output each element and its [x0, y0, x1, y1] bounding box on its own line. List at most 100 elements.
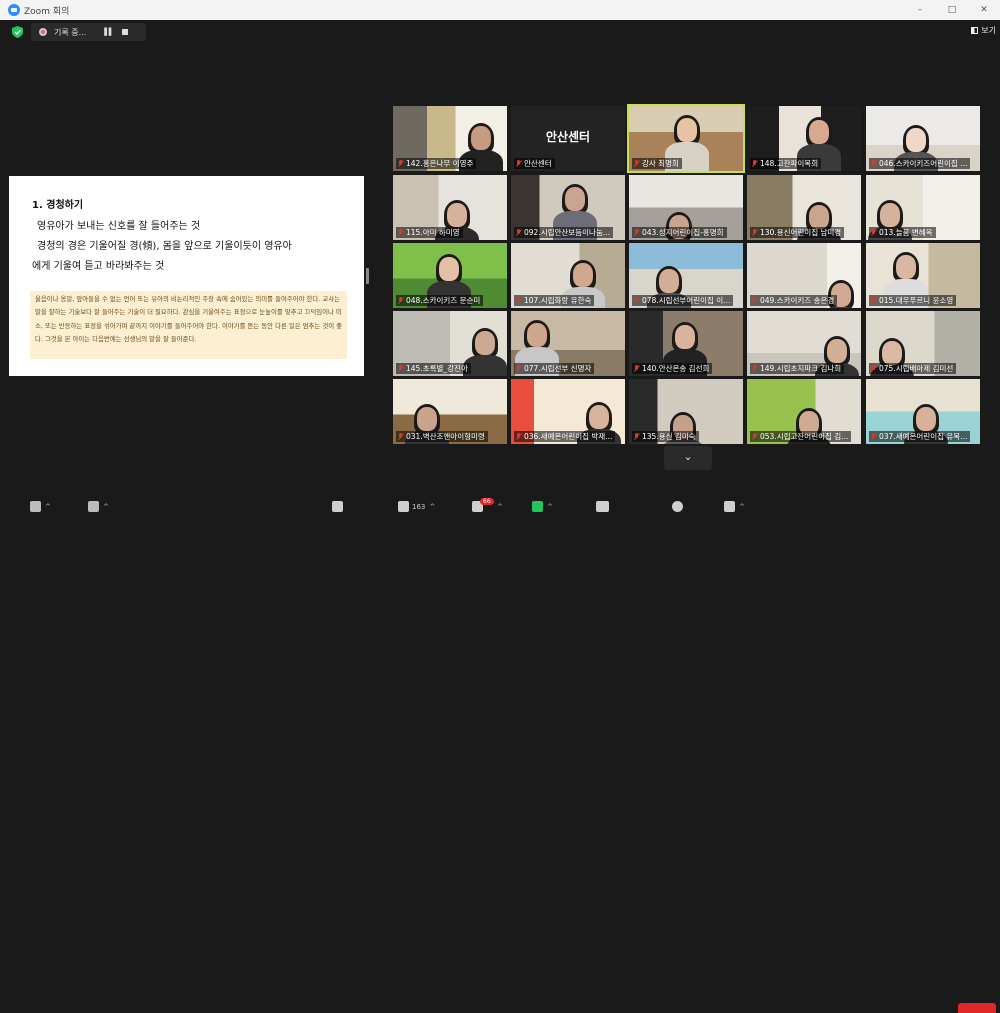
participant-tile[interactable]: 130.용신어린이집 남미경 — [747, 175, 861, 240]
chevron-up-icon[interactable]: ^ — [429, 503, 435, 511]
participant-tile[interactable]: 036.새예온어린이집 박재... — [511, 379, 625, 444]
mic-muted-icon — [752, 159, 757, 168]
mic-muted-icon — [30, 501, 41, 512]
close-button[interactable]: ✕ — [968, 0, 1000, 20]
maximize-button[interactable]: □ — [936, 0, 968, 20]
recording-status: 기록 중... — [54, 27, 87, 37]
record-icon — [596, 501, 609, 512]
participant-name-tag: 107.시립화랑 유한숙 — [514, 295, 595, 306]
participant-name-tag: 043.성지어린이집-홍명희 — [632, 227, 727, 238]
participant-face — [447, 203, 467, 227]
participant-tile[interactable]: 015.대우푸르니 윤소영 — [866, 243, 980, 308]
video-off-icon — [88, 501, 99, 512]
mic-muted-icon — [516, 364, 521, 373]
participant-tile[interactable]: 안산센터 안산센터 — [511, 106, 625, 171]
participant-face — [916, 407, 936, 431]
video-button[interactable]: ^ — [88, 501, 109, 512]
participant-name-tag: 053.시립고잔어린이집 김... — [750, 431, 852, 442]
minimize-button[interactable]: – — [904, 0, 936, 20]
mic-muted-icon — [752, 296, 757, 305]
view-button[interactable]: 보기 — [971, 25, 996, 36]
participant-tile[interactable]: 135.용신 김미숙 — [629, 379, 743, 444]
participants-button[interactable]: 163 ^ — [398, 501, 435, 512]
participant-tile[interactable]: 145.초록별_강진아 — [393, 311, 507, 376]
share-line: 에게 기울여 듣고 바라봐주는 것 — [32, 261, 165, 272]
chevron-up-icon[interactable]: ^ — [497, 503, 503, 511]
chat-button[interactable]: 66 ^ — [472, 498, 503, 512]
shared-screen: 1. 경청하기 영유아가 보내는 신호를 잘 들어주는 것 경청의 경은 기울어… — [9, 176, 364, 376]
share-note: 울음이나 옹알, 앞아들을 수 없는 언어 또는 유아의 비논리적인 주장 속에… — [30, 291, 347, 359]
security-icon — [332, 501, 343, 512]
mute-button[interactable]: ^ — [30, 501, 51, 512]
participant-name-tag: 092.시립안산보듬이나눔... — [514, 227, 613, 238]
chevron-up-icon[interactable]: ^ — [103, 503, 109, 511]
pause-recording-icon[interactable]: ▌▌ — [104, 28, 114, 36]
participant-name-tag: 149.시립초지파크 김나희 — [750, 363, 845, 374]
mic-muted-icon — [516, 432, 521, 441]
view-label: 보기 — [981, 26, 996, 35]
participant-name-tag: 015.대우푸르니 윤소영 — [869, 295, 957, 306]
participant-face — [882, 341, 902, 365]
participant-face — [475, 331, 495, 355]
participants-count: 163 — [412, 502, 426, 511]
mic-muted-icon — [634, 432, 639, 441]
participant-tile[interactable]: 107.시립화랑 유한숙 — [511, 243, 625, 308]
participant-name: 115.아미 하미영 — [406, 228, 460, 237]
panel-splitter[interactable] — [366, 268, 369, 284]
chevron-up-icon[interactable]: ^ — [45, 503, 51, 511]
participant-name-tag: 135.용신 김미숙 — [632, 431, 699, 442]
participant-tile[interactable]: 148.고잔파이복희 — [747, 106, 861, 171]
participant-name: 015.대우푸르니 윤소영 — [879, 296, 954, 305]
stop-recording-icon[interactable] — [122, 29, 129, 35]
participant-tile[interactable]: 043.성지어린이집-홍명희 — [629, 175, 743, 240]
participant-name: 135.용신 김미숙 — [642, 432, 696, 441]
participant-name-tag: 115.아미 하미영 — [396, 227, 463, 238]
participant-tile[interactable]: 031.벽산조앤아이형미령 — [393, 379, 507, 444]
participant-tile[interactable]: 140.안산온송 김선희 — [629, 311, 743, 376]
participant-tile[interactable]: 075.시립배아제 김미선 — [866, 311, 980, 376]
participant-tile[interactable]: 077.시립선부 신명자 — [511, 311, 625, 376]
participant-tile[interactable]: 053.시립고잔어린이집 김... — [747, 379, 861, 444]
participant-tile[interactable]: 049.스카이키즈 송은경 — [747, 243, 861, 308]
participant-tile[interactable]: 142.홍은나무 이영주 — [393, 106, 507, 171]
participant-tile[interactable]: 037.새예온어린이집 유복... — [866, 379, 980, 444]
participant-tile[interactable]: 149.시립초지파크 김나희 — [747, 311, 861, 376]
participant-name: 130.용신어린이집 남미경 — [760, 228, 842, 237]
mic-muted-icon — [871, 296, 876, 305]
participant-name-tag: 037.새예온어린이집 유복... — [869, 431, 971, 442]
participant-tile[interactable]: 013.늘품 변혜옥 — [866, 175, 980, 240]
mic-muted-icon — [634, 228, 639, 237]
participant-name: 강사 최명희 — [642, 159, 679, 168]
leave-button[interactable] — [958, 1003, 996, 1013]
tile-center-label: 안산센터 — [545, 130, 591, 144]
participant-tile[interactable]: 강사 최명희 — [627, 104, 745, 173]
mic-muted-icon — [634, 296, 639, 305]
participants-icon — [398, 501, 409, 512]
chevron-up-icon[interactable]: ^ — [739, 503, 745, 511]
participant-tile[interactable]: 092.시립안산보듬이나눔... — [511, 175, 625, 240]
mic-muted-icon — [516, 296, 521, 305]
participant-face — [417, 407, 437, 431]
mic-muted-icon — [871, 159, 876, 168]
participant-name: 075.시립배아제 김미선 — [879, 364, 954, 373]
share-screen-button[interactable]: ^ — [532, 501, 553, 512]
record-button[interactable] — [596, 501, 609, 512]
participant-name: 142.홍은나무 이영주 — [406, 159, 474, 168]
security-button[interactable] — [332, 501, 343, 512]
participant-tile[interactable]: 048.스카이키즈 문순미 — [393, 243, 507, 308]
apps-button[interactable]: ^ — [724, 501, 745, 512]
participant-face — [809, 120, 829, 144]
mic-muted-icon — [634, 364, 639, 373]
zoom-logo-icon — [8, 4, 20, 16]
chevron-up-icon[interactable]: ^ — [547, 503, 553, 511]
meeting-area: 기록 중... ▌▌ 보기 1. 경청하기 영유아가 보내는 신호를 잘 들어주… — [0, 20, 1000, 512]
participant-tile[interactable]: 046.스카이키즈어린이집 ... — [866, 106, 980, 171]
participant-tile[interactable]: 078.시립선부어린이집 이... — [629, 243, 743, 308]
participant-name-tag: 145.초록별_강진아 — [396, 363, 471, 374]
participant-tile[interactable]: 115.아미 하미영 — [393, 175, 507, 240]
reactions-button[interactable] — [672, 501, 683, 512]
scroll-down-button[interactable]: ⌄ — [664, 446, 712, 470]
encryption-shield-icon[interactable] — [12, 26, 23, 38]
participant-name-tag: 142.홍은나무 이영주 — [396, 158, 477, 169]
participant-face — [439, 257, 459, 281]
